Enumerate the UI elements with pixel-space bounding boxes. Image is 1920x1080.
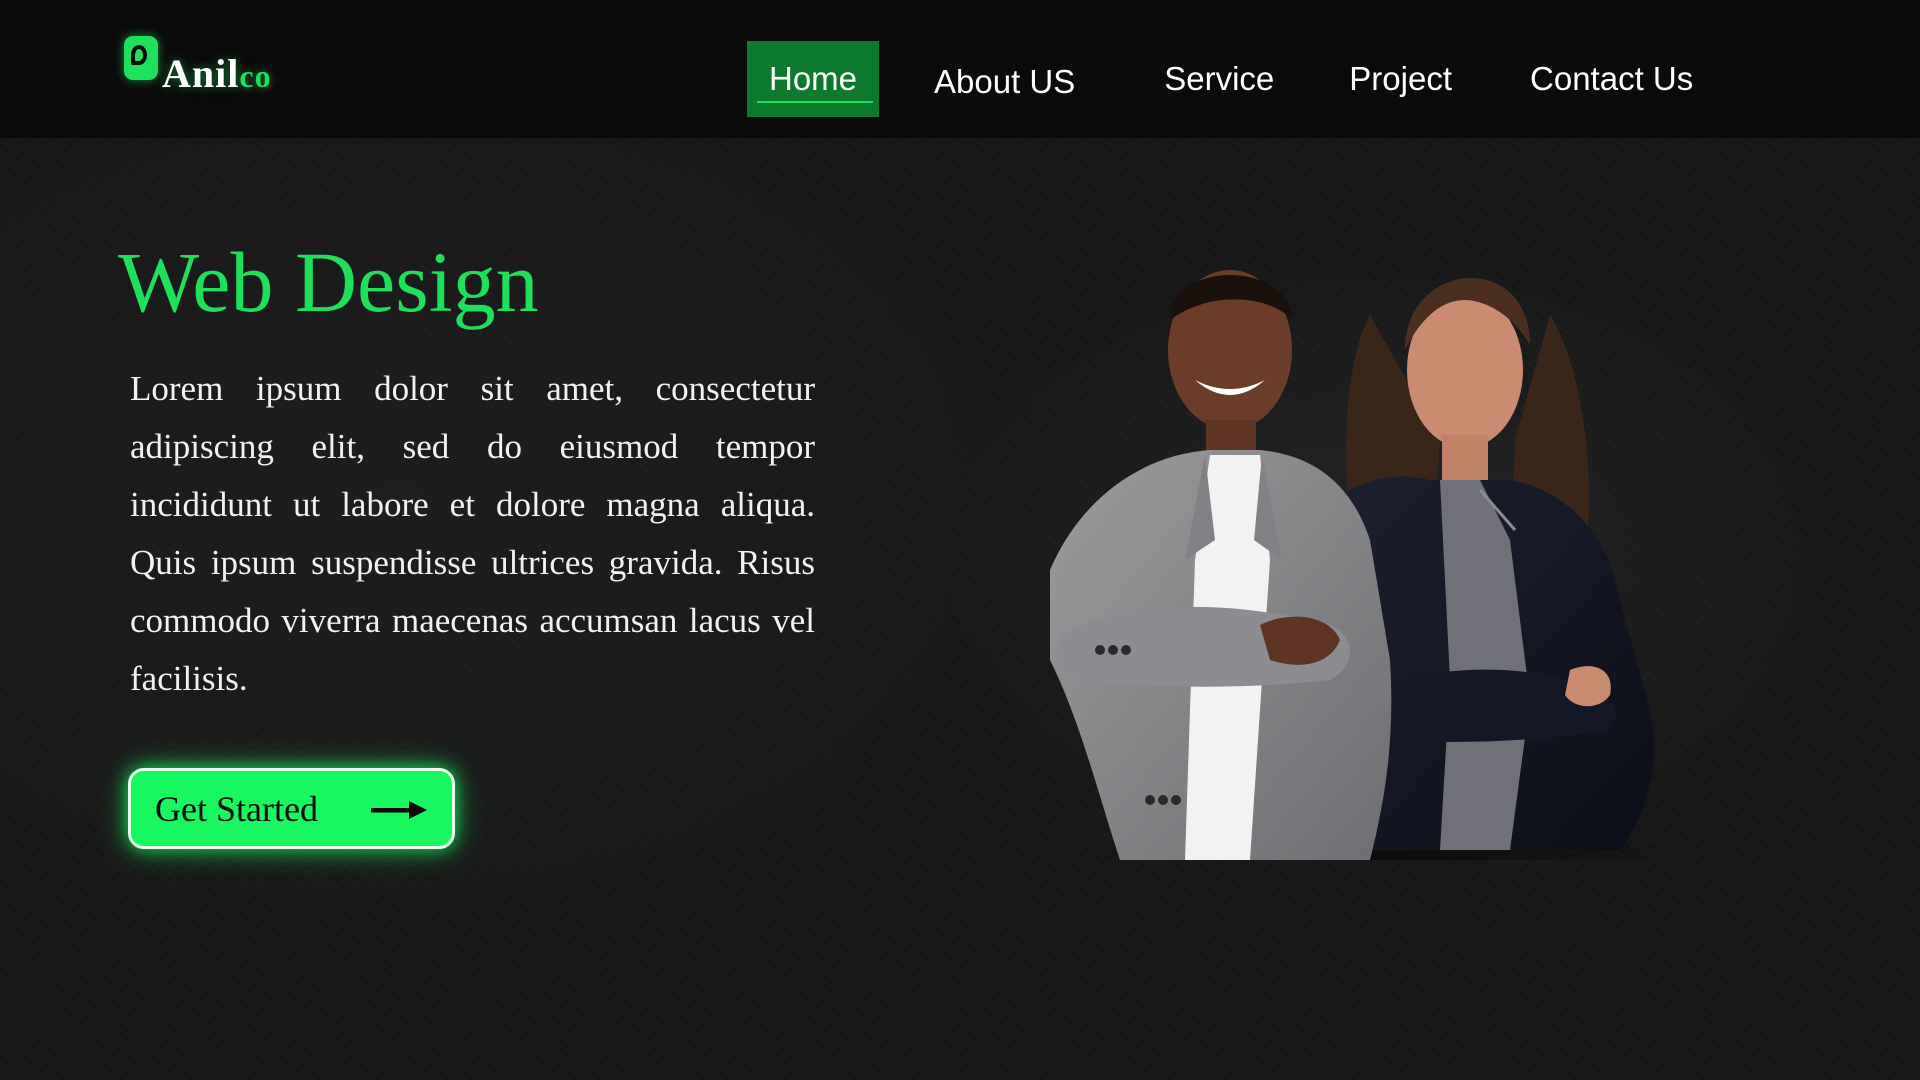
arrow-right-icon xyxy=(371,801,427,819)
brand-name: Anilco xyxy=(162,54,272,94)
nav-item-contact-us[interactable]: Contact Us xyxy=(1530,41,1693,117)
brand-logo[interactable]: Anilco xyxy=(124,34,272,94)
get-started-button[interactable]: Get Started xyxy=(128,768,455,849)
brand-name-part2: co xyxy=(239,58,272,94)
get-started-label: Get Started xyxy=(155,788,318,829)
nav-item-project[interactable]: Project xyxy=(1349,41,1452,117)
navbar: Anilco Home About US Service Project Con… xyxy=(0,0,1920,138)
hero-title: Web Design xyxy=(118,234,539,330)
hero-description: Lorem ipsum dolor sit amet, consectetur … xyxy=(130,369,815,698)
main-nav: Home About US Service Project Contact Us xyxy=(747,41,1693,117)
nav-item-service[interactable]: Service xyxy=(1164,41,1274,117)
business-people-image xyxy=(1050,270,1695,860)
nav-item-about-us[interactable]: About US xyxy=(934,41,1075,117)
nav-item-home[interactable]: Home xyxy=(747,41,879,117)
logo-mark-icon xyxy=(124,36,158,80)
brand-name-part1: Anil xyxy=(162,51,240,96)
